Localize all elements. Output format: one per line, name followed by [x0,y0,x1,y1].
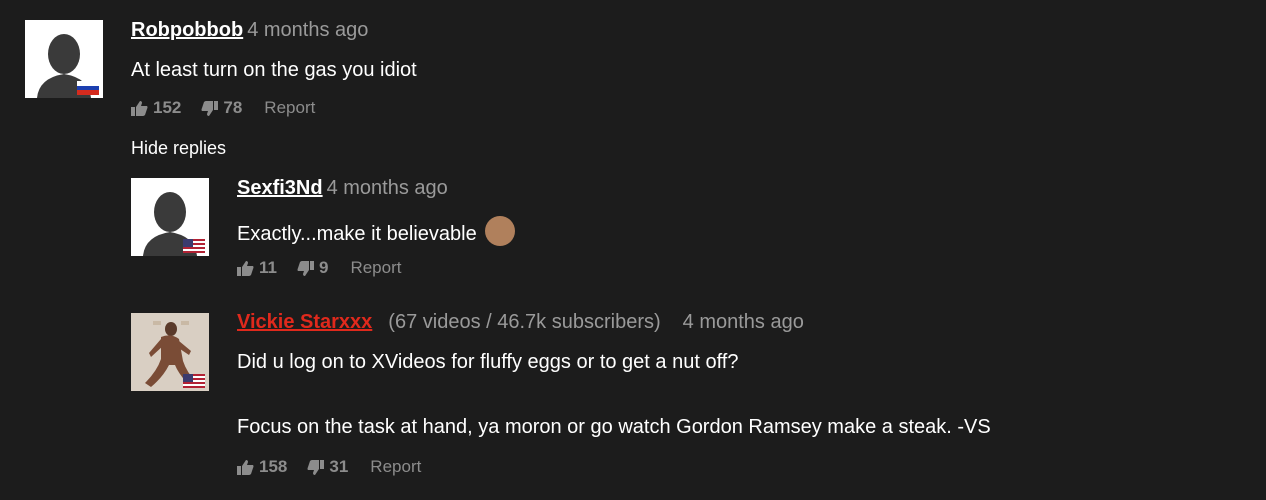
like-button[interactable]: 158 [237,457,287,477]
avatar[interactable] [25,20,103,98]
timestamp: 4 months ago [682,311,804,333]
username-link[interactable]: Vickie Starxxx [237,311,372,333]
comment-actions: 11 9 Report [237,258,401,278]
comment-header: Robpobbob 4 months ago [131,18,368,42]
dislike-count: 78 [223,98,243,117]
dislike-button[interactable]: 78 [201,98,242,118]
avatar[interactable] [131,178,209,256]
comment-text: At least turn on the gas you idiot [131,59,417,81]
usa-flag-icon [183,374,205,388]
comment-header: Sexfi3Nd 4 months ago [237,176,448,200]
thumbs-down-icon [307,459,325,475]
comment-actions: 152 78 Report [131,98,315,118]
username-link[interactable]: Sexfi3Nd [237,177,323,199]
report-link[interactable]: Report [370,457,421,477]
like-count: 152 [153,98,182,117]
avatar[interactable] [131,313,209,391]
dislike-button[interactable]: 9 [297,258,328,278]
username-link[interactable]: Robpobbob [131,19,243,41]
comment-text-content: Exactly...make it believable [237,223,477,245]
like-count: 158 [259,457,288,476]
report-link[interactable]: Report [264,98,315,118]
thumbs-up-icon [131,100,148,116]
russia-flag-icon [77,81,99,95]
comment-text-line1: Did u log on to XVideos for fluffy eggs … [237,351,739,373]
comment-header: Vickie Starxxx (67 videos / 46.7k subscri… [237,310,804,334]
channel-stats: (67 videos / 46.7k subscribers) [388,311,661,333]
thumbs-up-icon [237,459,254,475]
hide-replies-link[interactable]: Hide replies [131,138,226,158]
timestamp: 4 months ago [247,19,369,41]
like-button[interactable]: 11 [237,258,277,278]
comment-text-line2: Focus on the task at hand, ya moron or g… [237,416,991,438]
emoji-icon [484,216,515,246]
dislike-count: 9 [318,258,329,277]
dislike-button[interactable]: 31 [307,457,348,477]
thumbs-down-icon [201,100,219,116]
usa-flag-icon [183,239,205,253]
like-count: 11 [259,258,277,277]
thumbs-up-icon [237,260,254,276]
comment-actions: 158 31 Report [237,457,421,477]
dislike-count: 31 [329,457,349,476]
timestamp: 4 months ago [326,177,448,199]
report-link[interactable]: Report [350,258,401,278]
comment-text: Exactly...make it believable [237,216,515,246]
thumbs-down-icon [297,260,314,276]
like-button[interactable]: 152 [131,98,181,118]
